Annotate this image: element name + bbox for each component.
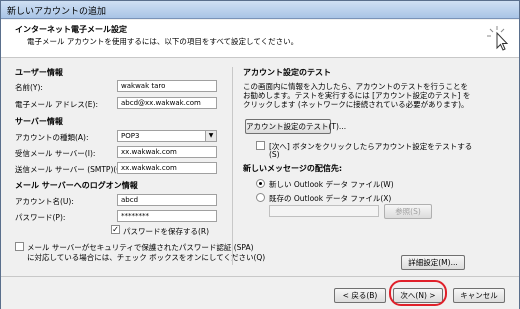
cancel-button[interactable]: キャンセル [453,288,505,303]
name-input[interactable]: wakwak taro [117,80,217,92]
logon-info-heading: メール サーバーへのログオン情報 [15,181,138,190]
password-label: パスワード(P): [15,213,66,222]
email-input[interactable]: abcd@xx.wakwak.com [117,97,217,109]
more-settings-button[interactable]: 詳細設定(M)... [401,255,465,270]
incoming-server-label: 受信メール サーバー(I): [15,149,96,158]
header-title: インターネット電子メール設定 [15,25,127,34]
test-desc-line3: クリックします (ネットワークに接続されている必要があります)。 [243,100,469,109]
title-bar: 新しいアカウントの追加 [1,1,519,19]
dialog-window: 新しいアカウントの追加 インターネット電子メール設定 電子メール アカウントを使… [0,0,520,309]
auto-test-label-line2: (S) [269,150,280,159]
new-data-file-radio[interactable] [256,179,265,188]
account-type-value: POP3 [121,132,140,140]
cursor-click-icon [487,26,509,51]
new-data-file-label: 新しい Outlook データ ファイル(W) [269,180,394,189]
spa-label-line2: に対応している場合には、チェック ボックスをオンにしてください(Q) [27,253,266,262]
auto-test-label-line1: [次へ] ボタンをクリックしたらアカウント設定をテストする [269,142,473,151]
test-account-button[interactable]: アカウント設定のテスト(T)... [245,119,346,134]
account-type-label: アカウントの種類(A): [15,133,89,142]
email-label: 電子メール アドレス(E): [15,100,99,109]
spa-checkbox[interactable] [15,242,24,251]
next-button-highlight [389,280,447,306]
column-divider [232,67,233,265]
user-info-heading: ユーザー情報 [15,68,63,77]
back-button[interactable]: < 戻る(B) [334,288,386,303]
account-name-label: アカウント名(U): [15,197,74,206]
test-heading: アカウント設定のテスト [243,68,331,77]
browse-button[interactable]: 参照(S) [384,204,432,219]
account-type-select[interactable]: POP3 ▼ [117,130,217,142]
chevron-down-icon[interactable]: ▼ [205,131,216,141]
outgoing-server-label: 送信メール サーバー (SMTP)(O): [15,165,128,174]
server-info-heading: サーバー情報 [15,117,63,126]
settings-body: ユーザー情報 名前(Y): wakwak taro 電子メール アドレス(E):… [1,59,519,276]
header-panel: インターネット電子メール設定 電子メール アカウントを使用するには、以下の項目を… [1,20,519,58]
password-input[interactable]: ******** [117,210,217,222]
outgoing-server-input[interactable]: xx.wakwak.com [117,162,217,174]
delivery-heading: 新しいメッセージの配信先: [243,164,343,173]
window-title: 新しいアカウントの追加 [7,7,107,17]
auto-test-checkbox[interactable] [256,141,265,150]
name-label: 名前(Y): [15,83,43,92]
remember-password-checkbox[interactable]: ✓ [111,225,120,234]
header-subtitle: 電子メール アカウントを使用するには、以下の項目をすべて設定してください。 [27,37,299,46]
existing-data-file-radio[interactable] [256,193,265,202]
account-name-input[interactable]: abcd [117,194,217,206]
remember-password-label: パスワードを保存する(R) [123,227,210,236]
existing-data-file-label: 既存の Outlook データ ファイル(X) [269,194,392,203]
data-file-path-input [269,205,379,217]
incoming-server-input[interactable]: xx.wakwak.com [117,146,217,158]
